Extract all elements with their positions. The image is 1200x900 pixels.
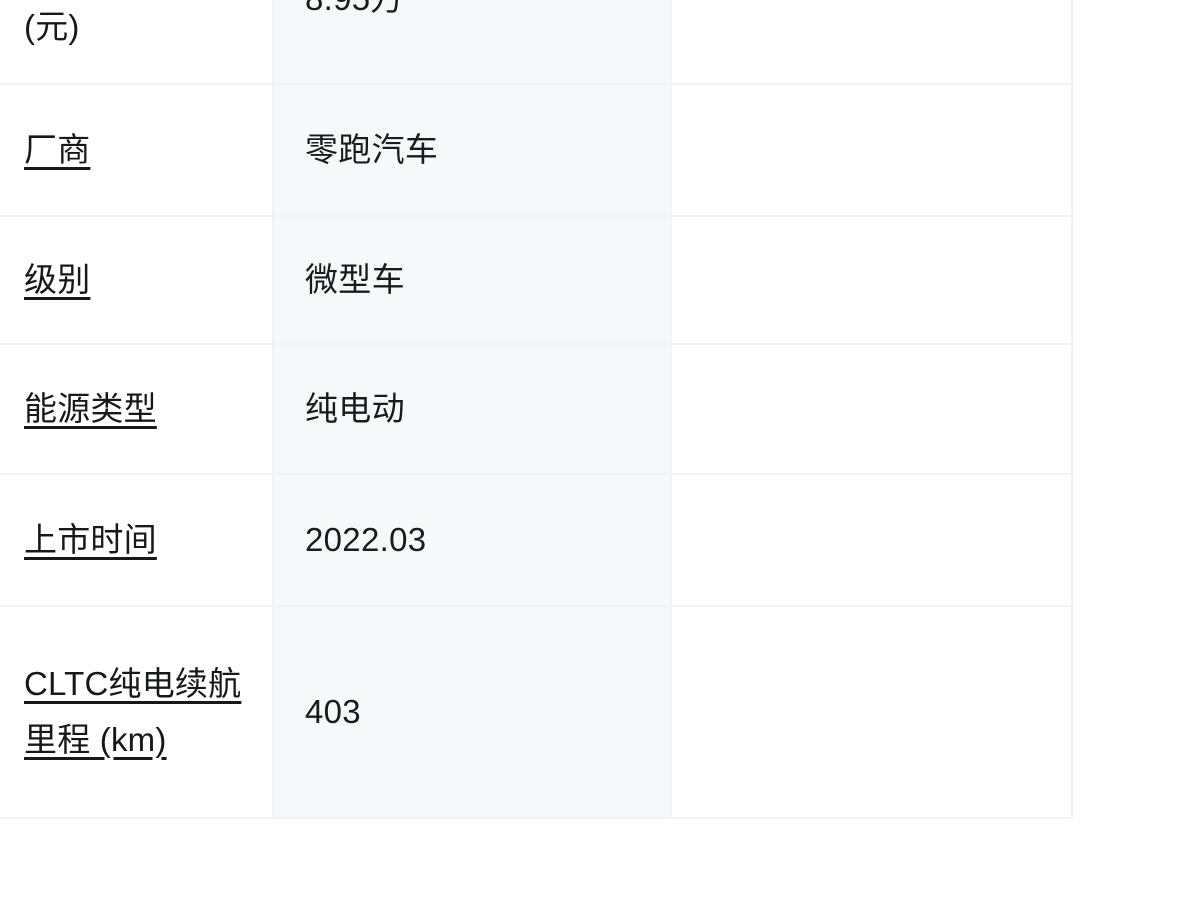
spec-value-cell: 8.95万 — [273, 0, 672, 84]
spec-table-body: 厂商指导价 (元) 8.95万 厂商 零跑汽车 级别 微型车 能源类型 纯电动 — [0, 0, 1073, 818]
spec-label-cltc-range[interactable]: CLTC纯电续航里程 (km) — [24, 665, 241, 758]
spec-extra-cell — [671, 0, 1073, 84]
table-row: CLTC纯电续航里程 (km) 403 — [0, 606, 1073, 818]
spec-label-cell: 能源类型 — [0, 344, 274, 474]
spec-label-cell: 厂商 — [0, 84, 274, 216]
spec-label-cell: 级别 — [0, 216, 274, 344]
spec-value-class: 微型车 — [305, 261, 405, 298]
table-row: 厂商 零跑汽车 — [0, 84, 1073, 216]
spec-extra-cell — [671, 474, 1073, 606]
spec-label-msrp: 厂商指导价 (元) — [24, 7, 80, 45]
spec-value-cell: 纯电动 — [273, 344, 672, 474]
spec-value-cell: 2022.03 — [273, 474, 672, 606]
spec-value-cltc-range: 403 — [305, 693, 361, 730]
spec-extra-cell — [671, 216, 1073, 344]
spec-label-cell: CLTC纯电续航里程 (km) — [0, 606, 274, 818]
spec-value-cell: 403 — [273, 606, 672, 818]
spec-label-class[interactable]: 级别 — [24, 261, 90, 298]
spec-label-cell: 上市时间 — [0, 474, 274, 606]
spec-value-launch-date: 2022.03 — [305, 521, 427, 558]
spec-value-msrp: 8.95万 — [305, 0, 652, 23]
spec-table-container: 厂商指导价 (元) 8.95万 厂商 零跑汽车 级别 微型车 能源类型 纯电动 — [0, 0, 1073, 819]
spec-label-cell: 厂商指导价 (元) — [0, 0, 274, 84]
table-row: 能源类型 纯电动 — [0, 344, 1073, 474]
spec-label-energy-type[interactable]: 能源类型 — [24, 390, 157, 427]
spec-extra-cell — [671, 344, 1073, 474]
table-row: 上市时间 2022.03 — [0, 474, 1073, 606]
spec-extra-cell — [671, 84, 1073, 216]
spec-label-manufacturer[interactable]: 厂商 — [24, 131, 90, 168]
table-row: 级别 微型车 — [0, 216, 1073, 344]
spec-value-energy-type: 纯电动 — [305, 390, 405, 427]
spec-value-manufacturer: 零跑汽车 — [305, 131, 439, 168]
spec-value-cell: 微型车 — [273, 216, 672, 344]
spec-extra-cell — [671, 606, 1073, 818]
vehicle-spec-table: 厂商指导价 (元) 8.95万 厂商 零跑汽车 级别 微型车 能源类型 纯电动 — [0, 0, 1073, 819]
spec-label-launch-date[interactable]: 上市时间 — [24, 521, 157, 558]
spec-value-cell: 零跑汽车 — [273, 84, 672, 216]
table-row: 厂商指导价 (元) 8.95万 — [0, 0, 1073, 84]
